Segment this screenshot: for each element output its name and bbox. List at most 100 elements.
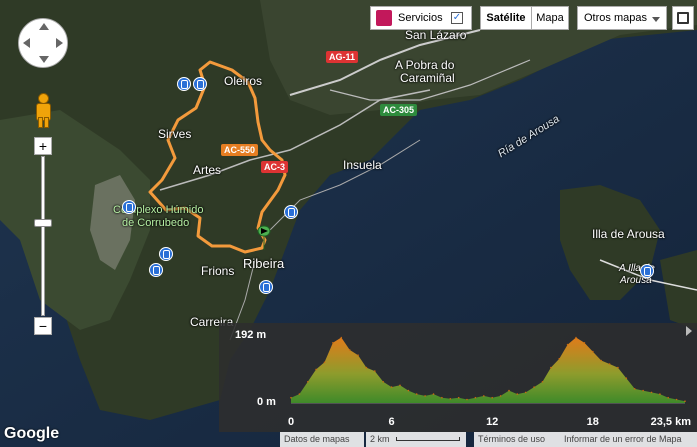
service-pin[interactable] [122, 200, 136, 214]
elevation-chart: 0 6 12 18 23,5 km [288, 336, 691, 428]
elevation-point [298, 393, 301, 395]
service-pin[interactable] [177, 77, 191, 91]
elevation-point [625, 377, 628, 379]
y-min-label: 0 m [257, 396, 276, 408]
elevation-point [332, 342, 334, 344]
elevation-point [457, 396, 460, 399]
elevation-point [399, 384, 401, 387]
servicios-icon [376, 10, 392, 26]
profile-collapse-arrow[interactable] [686, 326, 692, 336]
map-type-map-button[interactable]: Mapa [531, 6, 569, 30]
road-shield-ag11: AG-11 [326, 51, 359, 63]
other-maps-dropdown[interactable]: Otros mapas [577, 6, 667, 30]
place-oleiros: Oleiros [224, 74, 263, 88]
elevation-point [432, 393, 435, 395]
pan-down-icon[interactable] [39, 56, 49, 63]
elevation-point [499, 395, 502, 397]
terminos-link[interactable]: Términos de uso [474, 432, 560, 447]
elevation-point [290, 396, 292, 399]
pan-up-icon[interactable] [39, 23, 49, 30]
elevation-point [633, 388, 636, 390]
place-frions: Frions [201, 264, 235, 278]
y-max-label: 192 m [235, 329, 267, 341]
place-artes: Artes [193, 163, 222, 177]
elevation-point [617, 366, 619, 369]
elevation-point [583, 342, 586, 344]
fullscreen-button[interactable] [672, 6, 694, 30]
elevation-point [491, 396, 494, 399]
elevation-point [340, 336, 343, 339]
elevation-point [533, 386, 535, 388]
road-shield-ac305: AC-305 [380, 104, 418, 116]
elevation-area [291, 337, 685, 403]
pan-control[interactable] [18, 18, 68, 68]
place-illa-arousa: Illa de Arousa [592, 227, 665, 241]
elevation-point [558, 357, 561, 360]
elevation-point [667, 396, 669, 399]
map-type-satellite-button[interactable]: Satélite [480, 6, 532, 30]
zoom-slider-handle[interactable] [34, 219, 52, 227]
elevation-point [323, 361, 326, 364]
servicios-toggle[interactable]: Servicios ✓ [370, 6, 472, 30]
elevation-point [374, 370, 376, 372]
servicios-label: Servicios [398, 12, 443, 24]
zoom-slider-track[interactable] [41, 156, 45, 316]
elevation-point [466, 398, 468, 401]
elevation-point [608, 363, 611, 365]
service-pin[interactable] [149, 263, 163, 277]
road-shield-ac-partial: AC-3 [261, 161, 289, 173]
service-pin[interactable] [259, 280, 273, 294]
elevation-point [650, 391, 653, 394]
elevation-point [675, 398, 678, 401]
elevation-point [575, 336, 577, 339]
elevation-point [449, 398, 452, 400]
place-a-pobra: A Pobra do [395, 58, 455, 72]
elevation-point [357, 354, 359, 356]
elevation-point [483, 395, 485, 397]
place-complexo-2: de Corrubedo [122, 217, 190, 229]
place-ribeira: Ribeira [243, 256, 285, 271]
datos-de-mapas-link[interactable]: Datos de mapas [280, 432, 364, 447]
elevation-point [315, 368, 317, 371]
elevation-profile-panel[interactable]: 0 6 12 18 23,5 km 192 m 0 m [219, 323, 697, 432]
service-pin[interactable] [159, 247, 173, 261]
google-logo: Google [4, 425, 60, 442]
elevation-point [365, 366, 368, 369]
pegman-icon[interactable] [33, 91, 53, 128]
elevation-point [307, 381, 309, 383]
elevation-point [684, 400, 686, 402]
elevation-point [659, 393, 661, 395]
fullscreen-icon [677, 12, 689, 24]
report-error-link[interactable]: Informar de un error de Mapa [560, 432, 697, 447]
elevation-point [415, 393, 418, 395]
elevation-point [550, 366, 552, 369]
scale-label: 2 km [370, 434, 390, 444]
elevation-point [441, 396, 443, 399]
x-tick-label: 18 [587, 416, 599, 428]
service-pin[interactable] [284, 205, 298, 219]
pan-left-icon[interactable] [23, 38, 30, 48]
elevation-point [516, 393, 519, 395]
elevation-point [592, 350, 594, 353]
elevation-point [600, 359, 602, 362]
elevation-point [390, 386, 393, 388]
service-pin[interactable] [193, 77, 207, 91]
elevation-point [508, 389, 510, 392]
pan-right-icon[interactable] [56, 38, 63, 48]
x-tick-label: 12 [486, 416, 498, 428]
zoom-in-button[interactable]: + [34, 137, 52, 155]
elevation-point [566, 343, 569, 346]
x-tick-label: 6 [389, 416, 395, 428]
x-tick-label: 0 [288, 416, 294, 428]
service-pin[interactable] [640, 264, 654, 278]
map-footer: Datos de mapas 2 km Términos de uso Info… [280, 432, 697, 447]
other-maps-label: Otros mapas [584, 12, 647, 24]
elevation-point [407, 389, 410, 392]
elevation-point [474, 396, 477, 399]
elevation-point [348, 349, 351, 351]
servicios-checkbox[interactable]: ✓ [451, 12, 463, 24]
place-insuela: Insuela [343, 158, 382, 172]
zoom-out-button[interactable]: − [34, 317, 52, 335]
place-sirves: Sirves [158, 127, 192, 141]
road-shield-ac550: AC-550 [221, 144, 259, 156]
